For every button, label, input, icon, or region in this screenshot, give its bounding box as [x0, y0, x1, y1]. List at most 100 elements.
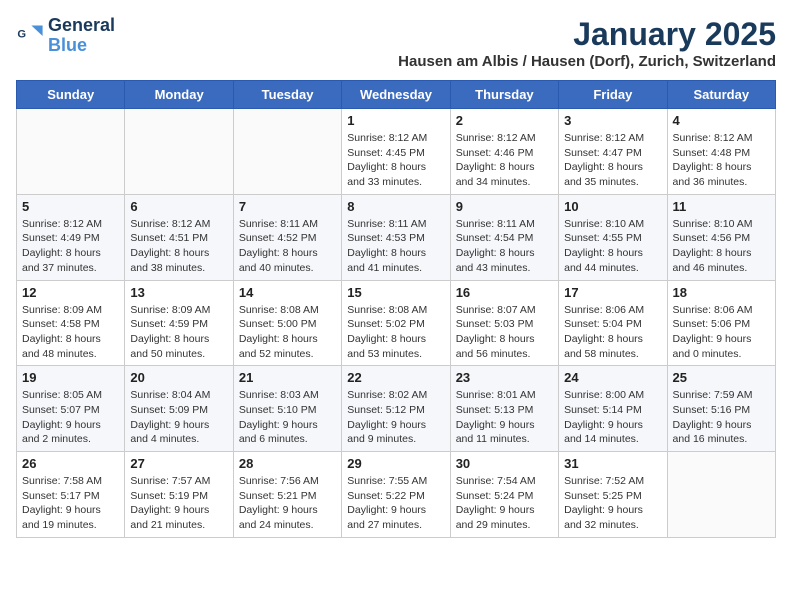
day-info: Sunrise: 8:03 AM Sunset: 5:10 PM Dayligh… — [239, 388, 336, 447]
day-number: 1 — [347, 113, 444, 128]
day-number: 7 — [239, 199, 336, 214]
day-info: Sunrise: 8:05 AM Sunset: 5:07 PM Dayligh… — [22, 388, 119, 447]
calendar-header-row: SundayMondayTuesdayWednesdayThursdayFrid… — [17, 81, 776, 109]
day-info: Sunrise: 7:55 AM Sunset: 5:22 PM Dayligh… — [347, 474, 444, 533]
day-info: Sunrise: 8:06 AM Sunset: 5:06 PM Dayligh… — [673, 303, 770, 362]
calendar-cell: 26 Sunrise: 7:58 AM Sunset: 5:17 PM Dayli… — [17, 452, 125, 538]
day-info: Sunrise: 8:08 AM Sunset: 5:00 PM Dayligh… — [239, 303, 336, 362]
day-info: Sunrise: 8:12 AM Sunset: 4:45 PM Dayligh… — [347, 131, 444, 190]
day-number: 31 — [564, 456, 661, 471]
day-number: 21 — [239, 370, 336, 385]
day-number: 27 — [130, 456, 227, 471]
day-number: 30 — [456, 456, 553, 471]
calendar-cell: 17Sunrise: 8:06 AM Sunset: 5:04 PM Dayli… — [559, 280, 667, 366]
calendar-cell: 9 Sunrise: 8:11 AM Sunset: 4:54 PM Daylig… — [450, 194, 558, 280]
calendar-cell: 21 Sunrise: 8:03 AM Sunset: 5:10 PM Dayli… — [233, 366, 341, 452]
day-info: Sunrise: 8:08 AM Sunset: 5:02 PM Dayligh… — [347, 303, 444, 362]
calendar-cell: 5 Sunrise: 8:12 AM Sunset: 4:49 PM Daylig… — [17, 194, 125, 280]
weekday-header: Monday — [125, 81, 233, 109]
calendar-cell: 18 Sunrise: 8:06 AM Sunset: 5:06 PM Dayli… — [667, 280, 775, 366]
day-number: 18 — [673, 285, 770, 300]
calendar-cell: 6Sunrise: 8:12 AM Sunset: 4:51 PM Daylig… — [125, 194, 233, 280]
logo-line1: General — [48, 16, 115, 36]
day-number: 4 — [673, 113, 770, 128]
calendar-cell: 1 Sunrise: 8:12 AM Sunset: 4:45 PM Daylig… — [342, 109, 450, 195]
logo-icon: G — [16, 22, 44, 50]
day-info: Sunrise: 7:57 AM Sunset: 5:19 PM Dayligh… — [130, 474, 227, 533]
svg-text:G: G — [17, 28, 26, 40]
day-number: 14 — [239, 285, 336, 300]
day-number: 11 — [673, 199, 770, 214]
day-number: 8 — [347, 199, 444, 214]
logo: G General Blue — [16, 16, 115, 56]
day-number: 25 — [673, 370, 770, 385]
day-number: 2 — [456, 113, 553, 128]
day-info: Sunrise: 8:12 AM Sunset: 4:48 PM Dayligh… — [673, 131, 770, 190]
calendar-cell: 15 Sunrise: 8:08 AM Sunset: 5:02 PM Dayli… — [342, 280, 450, 366]
location-title: Hausen am Albis / Hausen (Dorf), Zurich,… — [398, 53, 776, 70]
day-number: 13 — [130, 285, 227, 300]
calendar-cell: 30 Sunrise: 7:54 AM Sunset: 5:24 PM Dayli… — [450, 452, 558, 538]
calendar-week-row: 1 Sunrise: 8:12 AM Sunset: 4:45 PM Daylig… — [17, 109, 776, 195]
day-info: Sunrise: 8:11 AM Sunset: 4:54 PM Dayligh… — [456, 217, 553, 276]
day-info: Sunrise: 8:11 AM Sunset: 4:53 PM Dayligh… — [347, 217, 444, 276]
day-info: Sunrise: 8:12 AM Sunset: 4:49 PM Dayligh… — [22, 217, 119, 276]
day-info: Sunrise: 8:04 AM Sunset: 5:09 PM Dayligh… — [130, 388, 227, 447]
title-block: January 2025 Hausen am Albis / Hausen (D… — [398, 16, 776, 70]
calendar-cell: 2 Sunrise: 8:12 AM Sunset: 4:46 PM Daylig… — [450, 109, 558, 195]
day-number: 28 — [239, 456, 336, 471]
weekday-header: Friday — [559, 81, 667, 109]
day-info: Sunrise: 8:12 AM Sunset: 4:47 PM Dayligh… — [564, 131, 661, 190]
calendar-table: SundayMondayTuesdayWednesdayThursdayFrid… — [16, 80, 776, 538]
day-info: Sunrise: 8:11 AM Sunset: 4:52 PM Dayligh… — [239, 217, 336, 276]
day-info: Sunrise: 7:54 AM Sunset: 5:24 PM Dayligh… — [456, 474, 553, 533]
day-number: 26 — [22, 456, 119, 471]
calendar-cell: 25 Sunrise: 7:59 AM Sunset: 5:16 PM Dayli… — [667, 366, 775, 452]
logo-text: General Blue — [48, 16, 115, 56]
day-info: Sunrise: 8:09 AM Sunset: 4:58 PM Dayligh… — [22, 303, 119, 362]
day-number: 12 — [22, 285, 119, 300]
day-info: Sunrise: 7:58 AM Sunset: 5:17 PM Dayligh… — [22, 474, 119, 533]
logo-line2: Blue — [48, 36, 115, 56]
calendar-cell: 29 Sunrise: 7:55 AM Sunset: 5:22 PM Dayli… — [342, 452, 450, 538]
calendar-cell — [233, 109, 341, 195]
calendar-cell: 14 Sunrise: 8:08 AM Sunset: 5:00 PM Dayli… — [233, 280, 341, 366]
calendar-cell: 28 Sunrise: 7:56 AM Sunset: 5:21 PM Dayli… — [233, 452, 341, 538]
calendar-cell: 12 Sunrise: 8:09 AM Sunset: 4:58 PM Dayli… — [17, 280, 125, 366]
day-number: 3 — [564, 113, 661, 128]
day-number: 5 — [22, 199, 119, 214]
calendar-cell: 20Sunrise: 8:04 AM Sunset: 5:09 PM Dayli… — [125, 366, 233, 452]
calendar-week-row: 5 Sunrise: 8:12 AM Sunset: 4:49 PM Daylig… — [17, 194, 776, 280]
day-info: Sunrise: 8:12 AM Sunset: 4:46 PM Dayligh… — [456, 131, 553, 190]
weekday-header: Wednesday — [342, 81, 450, 109]
day-info: Sunrise: 8:07 AM Sunset: 5:03 PM Dayligh… — [456, 303, 553, 362]
calendar-cell: 23Sunrise: 8:01 AM Sunset: 5:13 PM Dayli… — [450, 366, 558, 452]
calendar-cell — [17, 109, 125, 195]
calendar-cell: 13 Sunrise: 8:09 AM Sunset: 4:59 PM Dayli… — [125, 280, 233, 366]
day-number: 19 — [22, 370, 119, 385]
calendar-week-row: 12 Sunrise: 8:09 AM Sunset: 4:58 PM Dayli… — [17, 280, 776, 366]
day-number: 15 — [347, 285, 444, 300]
day-info: Sunrise: 8:00 AM Sunset: 5:14 PM Dayligh… — [564, 388, 661, 447]
calendar-cell — [667, 452, 775, 538]
day-number: 9 — [456, 199, 553, 214]
day-info: Sunrise: 7:56 AM Sunset: 5:21 PM Dayligh… — [239, 474, 336, 533]
day-number: 29 — [347, 456, 444, 471]
day-info: Sunrise: 8:09 AM Sunset: 4:59 PM Dayligh… — [130, 303, 227, 362]
calendar-cell: 3 Sunrise: 8:12 AM Sunset: 4:47 PM Daylig… — [559, 109, 667, 195]
calendar-cell — [125, 109, 233, 195]
calendar-cell: 19 Sunrise: 8:05 AM Sunset: 5:07 PM Dayli… — [17, 366, 125, 452]
weekday-header: Tuesday — [233, 81, 341, 109]
calendar-cell: 7 Sunrise: 8:11 AM Sunset: 4:52 PM Daylig… — [233, 194, 341, 280]
calendar-cell: 4 Sunrise: 8:12 AM Sunset: 4:48 PM Daylig… — [667, 109, 775, 195]
calendar-cell: 31Sunrise: 7:52 AM Sunset: 5:25 PM Dayli… — [559, 452, 667, 538]
weekday-header: Saturday — [667, 81, 775, 109]
weekday-header: Sunday — [17, 81, 125, 109]
day-info: Sunrise: 8:02 AM Sunset: 5:12 PM Dayligh… — [347, 388, 444, 447]
day-info: Sunrise: 7:59 AM Sunset: 5:16 PM Dayligh… — [673, 388, 770, 447]
calendar-week-row: 26 Sunrise: 7:58 AM Sunset: 5:17 PM Dayli… — [17, 452, 776, 538]
day-number: 23 — [456, 370, 553, 385]
calendar-cell: 11Sunrise: 8:10 AM Sunset: 4:56 PM Dayli… — [667, 194, 775, 280]
day-number: 10 — [564, 199, 661, 214]
calendar-cell: 10Sunrise: 8:10 AM Sunset: 4:55 PM Dayli… — [559, 194, 667, 280]
